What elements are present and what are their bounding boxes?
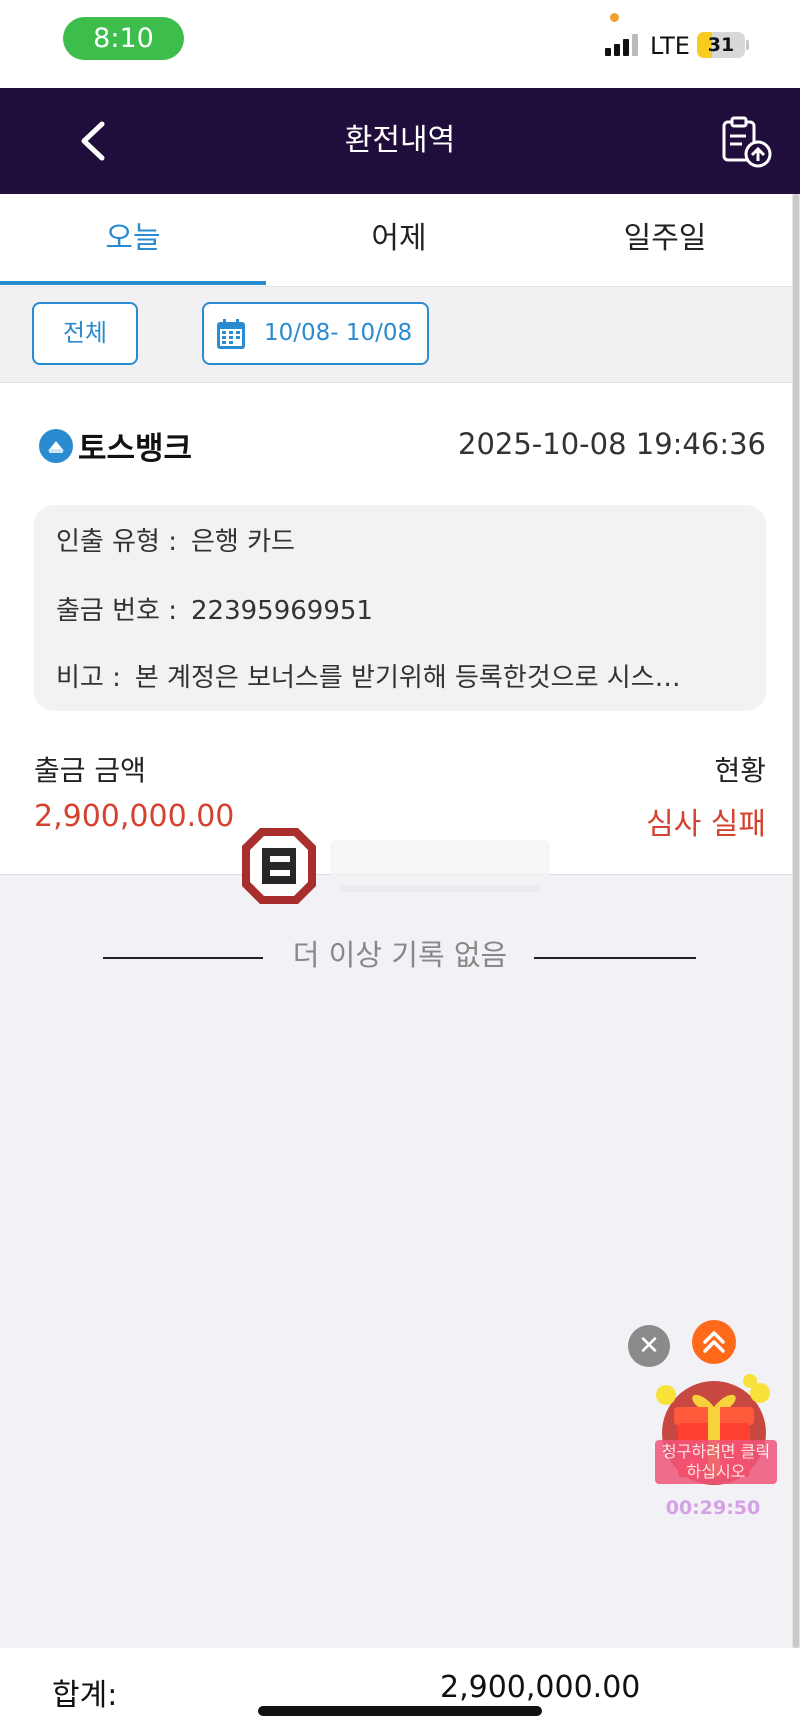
chevron-left-icon [81, 121, 105, 161]
clipboard-upload-icon [722, 116, 772, 168]
export-button[interactable] [718, 114, 774, 170]
home-indicator[interactable] [258, 1706, 542, 1716]
record-details: 인출 유형 : 은행 카드 출금 번호 : 22395969951 비고 : 본 계정… [34, 505, 766, 711]
amount-value: 2,900,000.00 [34, 799, 235, 834]
date-tabs: 오늘 어제 일주일 [0, 194, 792, 287]
bank-name: 토스뱅크 [78, 431, 193, 467]
divider-right [534, 957, 696, 959]
withdraw-no-label: 출금 번호 : [56, 596, 177, 626]
status-time: 8:10 [63, 17, 184, 60]
total-value: 2,900,000.00 [440, 1670, 641, 1705]
battery-cap [746, 40, 749, 50]
withdrawal-record[interactable]: 토스뱅크 2025-10-08 19:46:36 인출 유형 : 은행 카드 출금… [0, 383, 792, 875]
battery-level: 31 [707, 34, 735, 56]
tab-yesterday[interactable]: 어제 [266, 194, 532, 287]
tab-week[interactable]: 일주일 [532, 194, 798, 287]
amount-label: 출금 금액 [34, 754, 146, 787]
note-value: 본 계정은 보너스를 받기위해 등록한것으로 시스… [134, 663, 681, 693]
record-datetime: 2025-10-08 19:46:36 [458, 427, 766, 461]
withdraw-type-label: 인출 유형 : [56, 527, 177, 557]
watermark-logo [242, 828, 550, 904]
gift-claim-label[interactable]: 청구하려면 클릭하십시오 [655, 1440, 777, 1484]
close-icon: ✕ [638, 1331, 660, 1361]
network-label: LTE [650, 32, 690, 60]
privacy-indicator-dot [610, 13, 619, 22]
scroll-top-button[interactable] [692, 1320, 736, 1364]
active-tab-indicator [0, 281, 266, 285]
close-promo-button[interactable]: ✕ [628, 1325, 670, 1367]
scrollbar[interactable] [792, 194, 800, 1648]
status-bar: 8:10 LTE 31 [0, 0, 800, 88]
no-more-text: 더 이상 기록 없음 [292, 938, 508, 972]
withdraw-no-value: 22395969951 [190, 596, 373, 626]
filter-bar: 전체 10/08- 10/08 [0, 287, 792, 383]
withdraw-no-row: 출금 번호 : 22395969951 [56, 590, 373, 627]
back-button[interactable] [70, 116, 120, 166]
no-more-records: 더 이상 기록 없음 [0, 935, 800, 975]
date-range-picker[interactable]: 10/08- 10/08 [202, 302, 429, 365]
signal-icon [605, 34, 641, 56]
status-label: 현황 [714, 754, 766, 787]
app-header: 환전내역 [0, 88, 800, 194]
scrollbar-thumb[interactable] [793, 194, 799, 1648]
note-label: 비고 : [56, 663, 121, 693]
bank-logo-icon [39, 429, 73, 463]
gift-timer: 00:29:50 [665, 1497, 761, 1519]
filter-all-button[interactable]: 전체 [32, 302, 138, 365]
status-value: 심사 실패 [646, 807, 766, 842]
total-footer: 합계: 2,900,000.00 [0, 1648, 800, 1731]
tab-today[interactable]: 오늘 [0, 194, 266, 287]
page-title: 환전내역 [344, 123, 456, 158]
date-range-text: 10/08- 10/08 [264, 320, 413, 346]
double-chevron-up-icon [703, 1331, 725, 1353]
note-row: 비고 : 본 계정은 보너스를 받기위해 등록한것으로 시스… [56, 657, 746, 694]
calendar-icon [217, 319, 245, 349]
withdraw-type-row: 인출 유형 : 은행 카드 [56, 521, 295, 558]
battery-icon: 31 [697, 32, 745, 58]
total-label: 합계: [52, 1678, 118, 1713]
withdraw-type-value: 은행 카드 [190, 527, 295, 557]
